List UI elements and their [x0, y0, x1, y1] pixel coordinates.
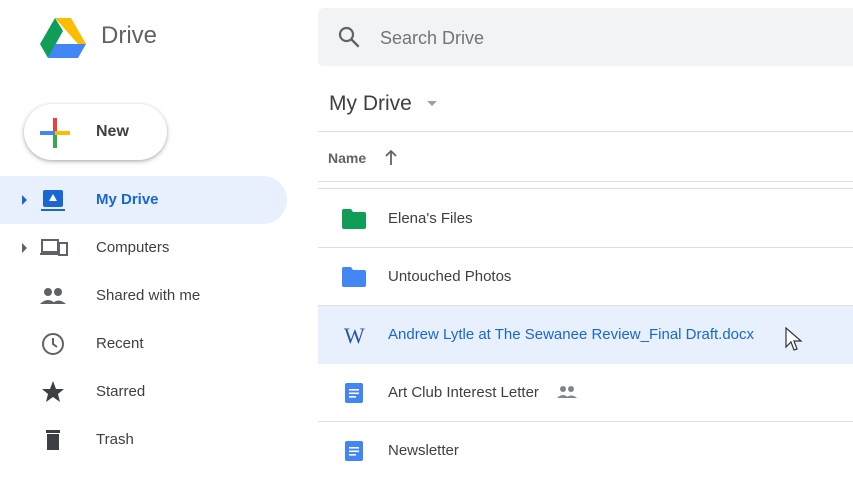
sidebar-item-label: Starred [96, 383, 146, 400]
sidebar-item-trash[interactable]: Trash [0, 416, 287, 464]
expand-arrow-icon[interactable] [22, 243, 27, 253]
trash-icon [40, 428, 66, 452]
sidebar-item-computers[interactable]: Computers [0, 224, 287, 272]
file-row-newsletter[interactable]: Newsletter [318, 422, 853, 479]
divider [318, 188, 853, 189]
word-doc-icon: W [342, 323, 366, 348]
file-row-andrew-lytle-docx[interactable]: W Andrew Lytle at The Sewanee Review_Fin… [318, 306, 853, 364]
shared-icon [557, 385, 577, 399]
star-icon [40, 380, 66, 404]
sidebar-item-recent[interactable]: Recent [0, 320, 287, 368]
file-name: Elena's Files [388, 210, 473, 227]
sidebar-item-label: My Drive [96, 191, 159, 208]
file-row-untouched-photos[interactable]: Untouched Photos [318, 248, 853, 306]
new-button-label: New [96, 123, 129, 140]
column-header-name[interactable]: Name [328, 150, 366, 166]
svg-text:W: W [344, 324, 365, 346]
sidebar-item-starred[interactable]: Starred [0, 368, 287, 416]
sort-ascending-icon[interactable] [384, 148, 398, 166]
sidebar-item-shared-with-me[interactable]: Shared with me [0, 272, 287, 320]
sidebar-item-label: Recent [96, 335, 144, 352]
sidebar-item-label: Shared with me [96, 287, 201, 304]
search-input[interactable] [378, 22, 822, 54]
file-name: Newsletter [388, 442, 459, 459]
folder-icon [342, 266, 366, 288]
chevron-down-icon[interactable] [427, 101, 437, 106]
page-title[interactable]: My Drive [329, 92, 412, 116]
divider [318, 131, 853, 132]
my-drive-icon [40, 188, 66, 212]
expand-arrow-icon[interactable] [22, 195, 27, 205]
sidebar-item-label: Computers [96, 239, 170, 256]
file-name: Art Club Interest Letter [388, 384, 539, 401]
computers-icon [40, 236, 68, 260]
file-name: Untouched Photos [388, 268, 512, 285]
plus-icon [40, 118, 70, 148]
file-row-art-club-interest-letter[interactable]: Art Club Interest Letter [318, 364, 853, 422]
green-folder-icon [342, 208, 366, 230]
new-button[interactable]: New [24, 104, 167, 160]
sidebar-item-my-drive[interactable]: My Drive [0, 176, 287, 224]
google-doc-icon [342, 382, 366, 404]
search-icon[interactable] [337, 25, 361, 49]
shared-with-me-icon [40, 284, 66, 308]
clock-icon [40, 332, 66, 356]
google-doc-icon [342, 440, 366, 462]
file-row-elenas-files[interactable]: Elena's Files [318, 190, 853, 248]
drive-logo-icon[interactable] [40, 18, 86, 58]
search-bar[interactable] [318, 8, 853, 66]
app-title[interactable]: Drive [101, 22, 157, 50]
file-name: Andrew Lytle at The Sewanee Review_Final… [388, 326, 755, 343]
mouse-cursor-icon [784, 326, 804, 353]
sidebar-item-label: Trash [96, 431, 134, 448]
divider [318, 181, 853, 182]
